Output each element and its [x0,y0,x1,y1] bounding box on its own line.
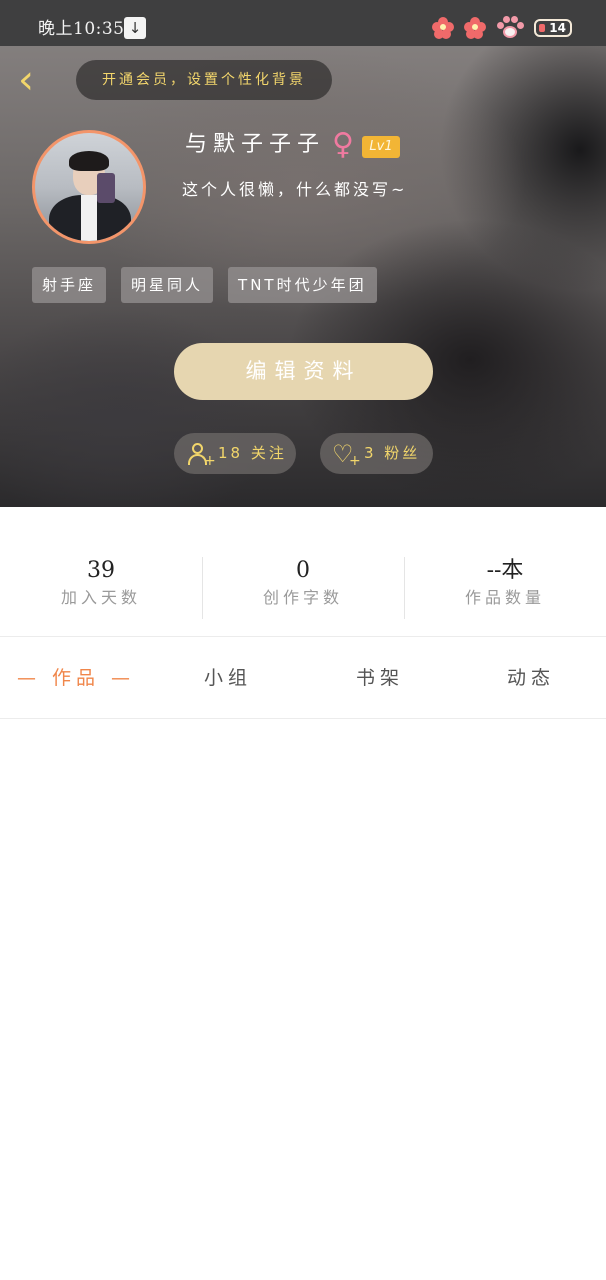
status-bar: 晚上10:35 ↓ 14 [0,0,606,46]
stat-works-count: --本 作品数量 [404,556,606,610]
paw-icon [496,16,524,40]
profile-header: 晚上10:35 ↓ 14 ‹ 开通会员，设置个性化背景 与默子子子 ♀ Lv1 … [0,0,606,507]
tag-list: 射手座 明星同人 TNT时代少年团 [32,267,377,303]
stat-label: 创作字数 [262,588,343,607]
flower-icon [432,17,454,39]
tag-item[interactable]: 明星同人 [121,267,214,303]
edit-profile-button[interactable]: 编辑资料 [174,343,433,400]
female-gender-icon: ♀ [332,127,354,162]
level-badge: Lv1 [362,136,400,158]
divider [0,636,606,637]
stat-value: 0 [296,558,310,583]
stats-row: 39 加入天数 0 创作字数 --本 作品数量 [0,507,606,637]
bio-text: 这个人很懒，什么都没写~ [182,180,408,199]
fans-count: 3 粉丝 [364,444,421,462]
chevron-left-icon: ‹ [18,57,34,103]
tab-works[interactable]: — 作品 — [0,638,152,718]
vip-banner-button[interactable]: 开通会员，设置个性化背景 [76,60,332,100]
status-time: 晚上10:35 [38,19,125,39]
avatar[interactable] [32,130,146,244]
fans-button[interactable]: ♡ + 3 粉丝 [320,433,433,474]
stat-value: 39 [87,558,115,583]
tab-bookshelf[interactable]: 书架 [304,638,456,718]
flower-icon [464,17,486,39]
tag-item[interactable]: TNT时代少年团 [228,267,377,303]
battery-level: 14 [549,21,566,35]
tag-item[interactable]: 射手座 [32,267,107,303]
works-content-area [0,719,606,1280]
tab-bar: — 作品 — 小组 书架 动态 [0,638,606,718]
tab-activity[interactable]: 动态 [456,638,606,718]
nickname: 与默子子子 [185,132,326,157]
battery-icon: 14 [534,19,572,37]
download-icon: ↓ [124,17,146,39]
following-button[interactable]: + 18 关注 [174,433,296,474]
stat-join-days: 39 加入天数 [0,556,202,610]
following-count: 18 关注 [218,444,287,462]
add-person-icon: + [186,441,216,468]
heart-plus-icon: ♡ + [332,439,364,469]
stat-label: 作品数量 [464,588,545,607]
status-icons: 14 [432,16,572,40]
stat-label: 加入天数 [60,588,141,607]
stat-word-count: 0 创作字数 [202,556,404,610]
tab-groups[interactable]: 小组 [152,638,304,718]
back-button[interactable]: ‹ [18,60,48,100]
stat-value: --本 [486,558,524,583]
